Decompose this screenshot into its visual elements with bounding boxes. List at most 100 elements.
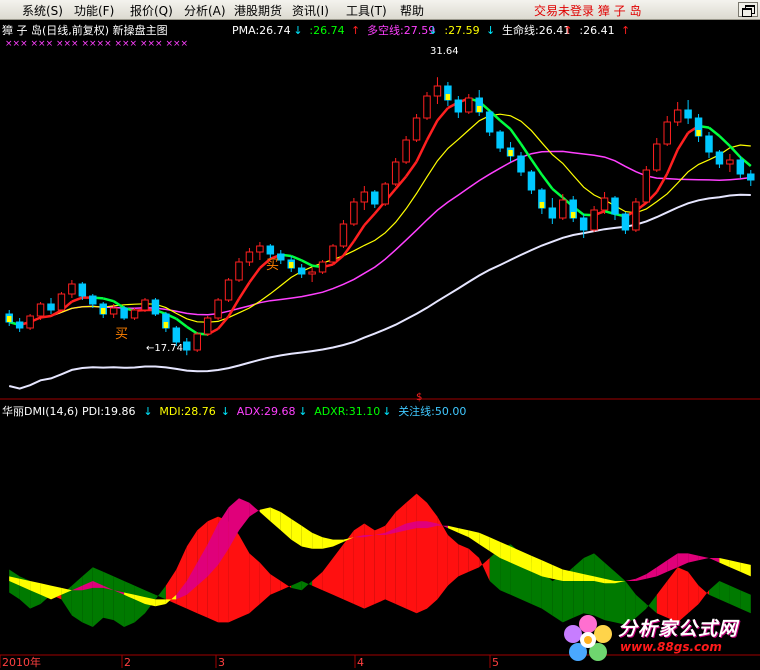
pma-segment [248, 267, 261, 284]
candle [726, 154, 734, 172]
main-indicator-3: :27.59 [444, 24, 479, 37]
adx-adxr-band [677, 553, 689, 568]
candle [559, 194, 567, 220]
candle [653, 138, 661, 172]
pdi-mdi-band [322, 558, 333, 595]
candle [412, 114, 421, 142]
pma-segment [499, 119, 512, 131]
pdi-mdi-band [395, 502, 407, 609]
time-axis: 2010年 2 3 4 5 [0, 655, 499, 669]
candle [705, 132, 713, 158]
candle [287, 256, 295, 272]
pdi-mdi-band [688, 571, 699, 614]
candlesticks [5, 77, 755, 356]
long-short-line [8, 150, 751, 326]
adx-adxr-band [447, 525, 459, 533]
adx-adxr-band [740, 562, 751, 577]
pma-segment [175, 317, 188, 328]
pdi-mdi-band [113, 576, 125, 627]
adx-adxr-band [468, 530, 480, 545]
adx-adxr-band [719, 558, 730, 568]
pma-segment [540, 174, 554, 190]
pma-segment [301, 259, 313, 267]
candle [475, 90, 483, 116]
main-indicator-arrow-2: ↓ [428, 24, 437, 37]
main-indicator-arrow-3: ↓ [486, 24, 495, 37]
dmi-panel-title: 华丽DMI(14,6) [2, 404, 78, 418]
dmi-indicator-arrow-2: ↓ [298, 405, 307, 418]
pma-segment [708, 126, 721, 137]
pdi-mdi-band [573, 558, 584, 618]
candle [360, 186, 369, 210]
pdi-mdi-band [92, 567, 104, 627]
candle [183, 338, 191, 356]
candle [381, 182, 389, 206]
adx-adxr-band [239, 498, 250, 531]
pma-segment [186, 325, 198, 335]
candle [402, 136, 410, 164]
pdi-mdi-band [280, 581, 292, 591]
pdi-mdi-band [239, 535, 250, 618]
pdi-mdi-band [458, 544, 469, 577]
candle [266, 244, 275, 258]
pdi-mdi-band [343, 530, 354, 604]
pma-segment [405, 160, 418, 178]
adx-adxr-band [646, 567, 657, 579]
pma-segment [551, 187, 564, 199]
adx-adxr-band [656, 560, 668, 577]
candle [256, 242, 264, 260]
watermark-title: 分析家公式网 [618, 618, 739, 640]
pdi-mdi-band [103, 571, 114, 621]
pdi-mdi-band [594, 553, 605, 621]
candle [454, 96, 463, 118]
pma-segment [666, 149, 679, 175]
candle [621, 212, 630, 234]
adx-adxr-band [301, 525, 313, 549]
candle [235, 258, 243, 282]
time-tick-label: 4 [357, 656, 364, 669]
pdi-mdi-band [416, 493, 427, 614]
dmi-indicator-arrow-3: ↓ [382, 405, 391, 418]
candle [684, 100, 692, 124]
dmi-bands [9, 493, 751, 627]
candle [715, 150, 724, 168]
adx-adxr-band [458, 528, 469, 538]
pdi-mdi-band [134, 585, 145, 623]
pdi-mdi-band [479, 558, 490, 581]
pma-segment [425, 119, 439, 141]
candle [517, 152, 525, 176]
time-tick-label: 5 [492, 656, 499, 669]
pma-segment [436, 107, 449, 122]
adx-adxr-band [541, 560, 553, 579]
candle [26, 314, 34, 330]
pdi-mdi-band [437, 516, 448, 600]
pdi-mdi-band [71, 576, 83, 623]
main-price-panel: 獐 子 岛(日线,前复权) 新操盘主图 ××× ××× ××× ×××× ×××… [2, 23, 755, 390]
pdi-mdi-band [124, 581, 135, 627]
moving-average-lines [8, 97, 752, 390]
main-panel-title: 獐 子 岛(日线,前复权) 新操盘主图 [2, 23, 168, 37]
candle [318, 260, 327, 274]
adx-adxr-band [312, 532, 323, 549]
main-indicator-arrow-1: ↑ [351, 24, 360, 37]
divider-marker: $ [416, 392, 422, 403]
candle [339, 220, 348, 248]
pdi-mdi-band [249, 553, 260, 614]
main-indicator-arrow-0: ↓ [293, 24, 302, 37]
signal-markers: ××× ××× ××× ×××× ××× ××× ××× [5, 39, 188, 49]
pdi-mdi-band [427, 502, 438, 609]
adx-adxr-band [333, 539, 344, 547]
pdi-mdi-band [468, 548, 480, 572]
candle [444, 82, 452, 106]
candle [694, 114, 703, 142]
pdi-mdi-band [374, 525, 386, 604]
adx-adxr-band [479, 532, 490, 552]
pdi-mdi-band [301, 581, 313, 591]
candle [141, 298, 149, 312]
adx-adxr-band [625, 578, 636, 581]
dmi-indicator-arrow-1: ↓ [221, 405, 230, 418]
pdi-mdi-band [259, 562, 271, 604]
candle [496, 130, 504, 152]
candle [611, 196, 619, 220]
pma-segment [718, 135, 731, 147]
